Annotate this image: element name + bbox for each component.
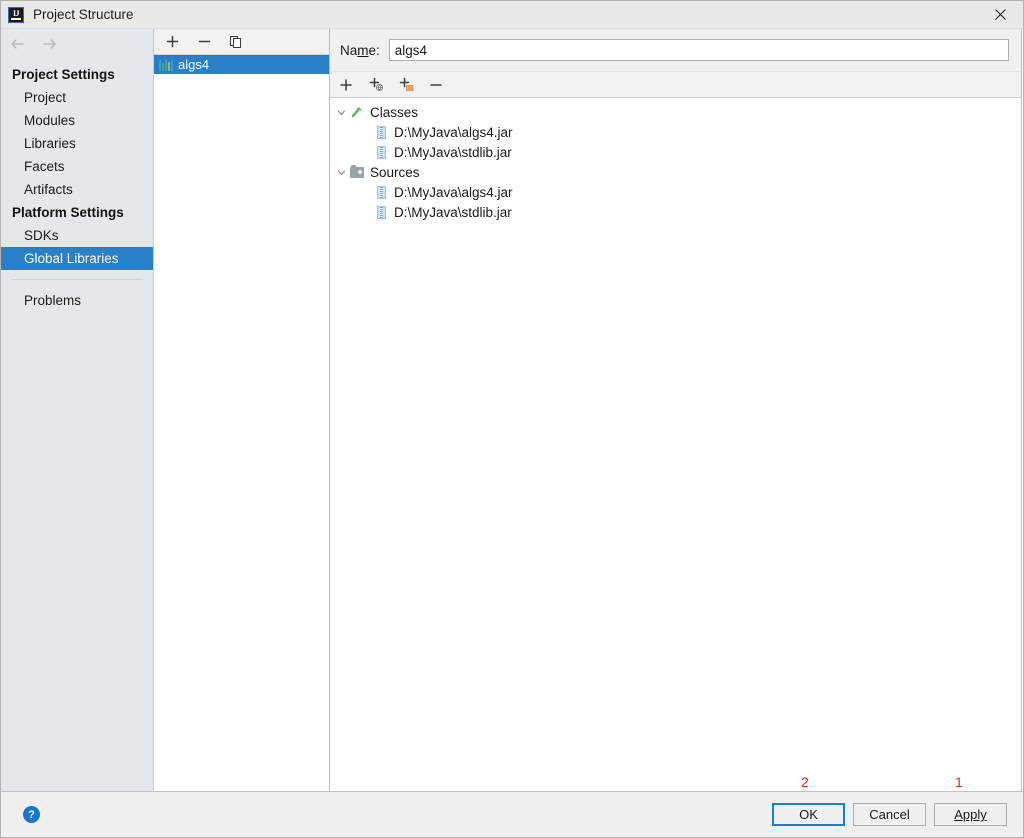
sidebar-item-project[interactable]: Project	[1, 86, 153, 109]
arrow-right-icon[interactable]	[39, 34, 59, 54]
sidebar-list: Project Settings Project Modules Librari…	[1, 59, 153, 312]
name-field-row: Name:	[330, 29, 1021, 71]
roots-tree: Classes D:\MyJava\algs4.jar D:\MyJava\st…	[330, 98, 1021, 791]
sidebar-item-global-libraries[interactable]: Global Libraries	[1, 247, 153, 270]
sidebar-item-libraries[interactable]: Libraries	[1, 132, 153, 155]
library-list-panel: algs4	[154, 29, 330, 791]
sidebar-item-artifacts[interactable]: Artifacts	[1, 178, 153, 201]
close-icon[interactable]	[977, 1, 1023, 28]
list-item[interactable]: algs4	[154, 55, 329, 74]
jar-icon	[373, 144, 389, 160]
jar-icon	[373, 184, 389, 200]
sidebar-group-project-settings: Project Settings	[12, 67, 115, 82]
intellij-idea-icon: IJ	[8, 6, 24, 23]
cancel-button[interactable]: Cancel	[853, 803, 926, 826]
library-list: algs4	[154, 55, 329, 791]
tree-node-sources[interactable]: Sources	[330, 162, 1021, 182]
sources-folder-icon	[349, 164, 365, 180]
project-structure-dialog: IJ Project Structure Project Settings Pr…	[0, 0, 1024, 838]
dialog-body: Project Settings Project Modules Librari…	[1, 29, 1023, 791]
settings-sidebar: Project Settings Project Modules Librari…	[1, 29, 154, 791]
chevron-down-icon[interactable]	[333, 167, 349, 178]
tree-leaf-sources-algs4[interactable]: D:\MyJava\algs4.jar	[330, 182, 1021, 202]
library-item-label: algs4	[178, 57, 210, 72]
copy-icon[interactable]	[226, 32, 246, 52]
annotation-2: 2	[801, 774, 809, 790]
tree-node-classes[interactable]: Classes	[330, 102, 1021, 122]
tree-node-label: Sources	[370, 164, 420, 180]
tree-leaf-label: D:\MyJava\algs4.jar	[394, 184, 513, 200]
add-directory-root-button[interactable]	[396, 75, 416, 95]
library-icon	[159, 58, 173, 71]
dialog-button-group: OK Cancel Apply	[772, 803, 1007, 826]
ok-button[interactable]: OK	[772, 803, 845, 826]
apply-button[interactable]: Apply	[934, 803, 1007, 826]
name-field-label: Name:	[340, 42, 380, 58]
tree-node-label: Classes	[370, 104, 419, 120]
sidebar-item-sdks[interactable]: SDKs	[1, 224, 153, 247]
help-icon[interactable]: ?	[23, 806, 40, 823]
tree-leaf-label: D:\MyJava\algs4.jar	[394, 124, 513, 140]
tree-leaf-classes-algs4[interactable]: D:\MyJava\algs4.jar	[330, 122, 1021, 142]
library-list-toolbar	[154, 29, 329, 55]
roots-toolbar	[330, 71, 1021, 98]
tree-leaf-sources-stdlib[interactable]: D:\MyJava\stdlib.jar	[330, 202, 1021, 222]
title-bar: IJ Project Structure	[1, 1, 1023, 29]
remove-library-button[interactable]	[194, 32, 214, 52]
add-root-button[interactable]	[336, 75, 356, 95]
library-details-panel: Name: algs4 Classes D:\MyJava\algs4.jar …	[330, 29, 1022, 791]
sidebar-item-modules[interactable]: Modules	[1, 109, 153, 132]
sidebar-group-platform-settings: Platform Settings	[12, 205, 124, 220]
tree-leaf-label: D:\MyJava\stdlib.jar	[394, 204, 512, 220]
navigation-arrows	[1, 29, 153, 59]
dialog-footer: ? OK Cancel Apply	[1, 791, 1023, 837]
sidebar-divider	[11, 279, 143, 280]
jar-icon	[373, 124, 389, 140]
right-edge-filler	[1022, 29, 1023, 791]
arrow-left-icon[interactable]	[8, 34, 28, 54]
add-library-button[interactable]	[162, 32, 182, 52]
sidebar-item-facets[interactable]: Facets	[1, 155, 153, 178]
remove-root-button[interactable]	[426, 75, 446, 95]
classes-icon	[349, 104, 365, 120]
sidebar-item-problems[interactable]: Problems	[1, 289, 153, 312]
window-title: Project Structure	[33, 7, 134, 22]
name-input[interactable]	[388, 39, 1009, 61]
tree-leaf-label: D:\MyJava\stdlib.jar	[394, 144, 512, 160]
tree-leaf-classes-stdlib[interactable]: D:\MyJava\stdlib.jar	[330, 142, 1021, 162]
chevron-down-icon[interactable]	[333, 107, 349, 118]
annotation-1: 1	[955, 774, 963, 790]
add-url-root-button[interactable]	[366, 75, 386, 95]
jar-icon	[373, 204, 389, 220]
